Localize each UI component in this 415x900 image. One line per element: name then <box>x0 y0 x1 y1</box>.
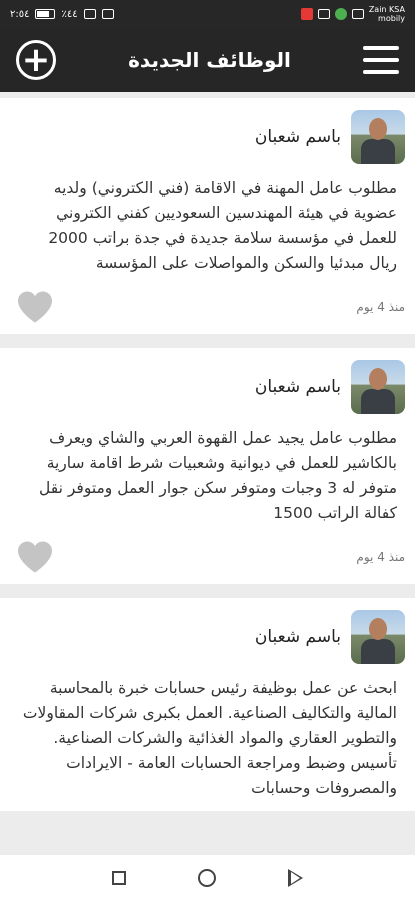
menu-bar-line <box>363 46 399 50</box>
home-button-icon[interactable] <box>198 868 216 887</box>
notification-app-icon <box>300 8 313 20</box>
author-row[interactable]: باسم شعبان <box>16 110 405 164</box>
heart-icon[interactable] <box>16 540 54 574</box>
status-bar: ٢:٥٤ ٪٤٤ Zain KSA mobily <box>0 0 415 28</box>
author-name[interactable]: باسم شعبان <box>255 127 341 147</box>
menu-bar-line <box>363 58 399 62</box>
menu-bar-line <box>363 70 399 74</box>
author-row[interactable]: باسم شعبان <box>16 360 405 414</box>
signal-icon <box>351 9 364 19</box>
author-row[interactable]: باسم شعبان <box>16 610 405 664</box>
status-right: Zain KSA mobily <box>300 5 405 23</box>
card-footer: منذ 4 يوم <box>16 290 405 324</box>
plus-circle-icon: + <box>21 40 51 80</box>
mail-icon <box>317 9 330 19</box>
avatar[interactable] <box>351 110 405 164</box>
job-post-card[interactable]: باسم شعبان مطلوب عامل المهنة في الاقامة … <box>0 98 415 334</box>
card-footer: منذ 4 يوم <box>16 540 405 574</box>
avatar[interactable] <box>351 360 405 414</box>
add-post-button[interactable]: + <box>16 40 56 80</box>
post-timestamp: منذ 4 يوم <box>356 300 405 314</box>
battery-icon <box>35 9 56 19</box>
app-bar: + الوظائف الجديدة <box>0 28 415 92</box>
back-button-icon[interactable] <box>288 868 303 887</box>
status-time: ٢:٥٤ <box>10 8 30 20</box>
author-name[interactable]: باسم شعبان <box>255 377 341 397</box>
post-text: مطلوب عامل المهنة في الاقامة (فني الكترو… <box>48 179 397 272</box>
job-post-card[interactable]: باسم شعبان مطلوب عامل يجيد عمل القهوة ال… <box>0 348 415 584</box>
page-title: الوظائف الجديدة <box>128 48 291 72</box>
avatar[interactable] <box>351 610 405 664</box>
alarm-icon <box>83 9 96 19</box>
carrier-line2: mobily <box>378 14 405 23</box>
status-left: ٢:٥٤ ٪٤٤ <box>10 9 114 20</box>
heart-icon[interactable] <box>16 290 54 324</box>
job-feed[interactable]: باسم شعبان مطلوب عامل المهنة في الاقامة … <box>0 92 415 855</box>
post-timestamp: منذ 4 يوم <box>356 550 405 564</box>
job-post-card[interactable]: باسم شعبان ابحث عن عمل بوظيفة رئيس حسابا… <box>0 598 415 811</box>
hamburger-menu-button[interactable] <box>363 46 399 74</box>
post-text: مطلوب عامل يجيد عمل القهوة العربي والشاي… <box>39 429 397 522</box>
system-nav-bar <box>0 855 415 900</box>
whatsapp-icon <box>334 8 347 20</box>
recents-button-icon[interactable] <box>112 870 126 885</box>
eye-icon <box>101 9 114 19</box>
post-text: ابحث عن عمل بوظيفة رئيس حسابات خبرة بالم… <box>22 679 397 797</box>
author-name[interactable]: باسم شعبان <box>255 627 341 647</box>
carrier-line1: Zain KSA <box>368 5 405 14</box>
battery-percent: ٪٤٤ <box>61 8 78 20</box>
carrier-label: Zain KSA mobily <box>369 5 405 23</box>
